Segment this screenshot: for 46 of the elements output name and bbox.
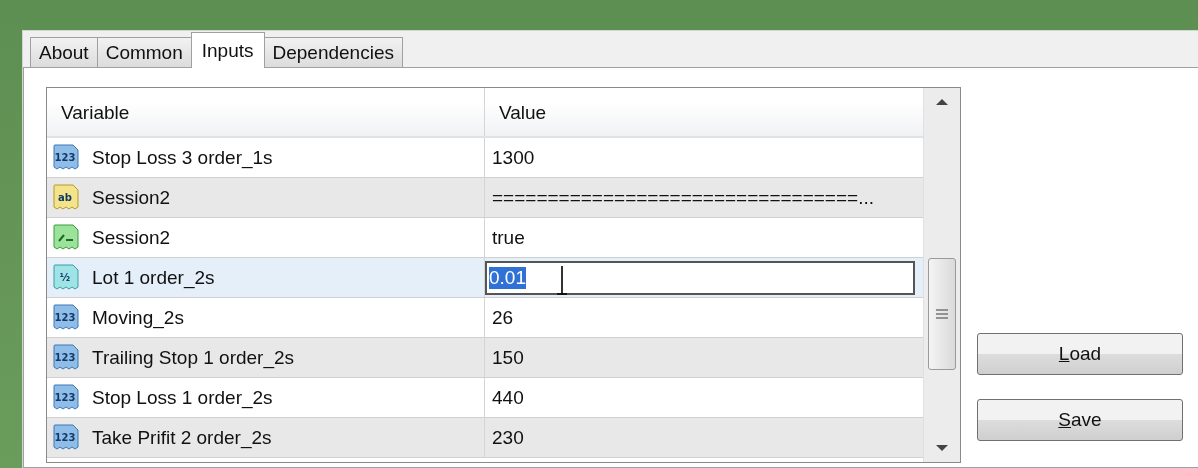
scroll-thumb[interactable]: [928, 258, 956, 370]
type-icon: 123: [53, 384, 79, 411]
tab[interactable]: Common: [96, 37, 192, 67]
value-text: =================================...: [492, 186, 874, 209]
type-icon: [53, 224, 79, 251]
scrollbar[interactable]: [923, 88, 960, 462]
variable-name: Lot 1 order_2s: [92, 266, 215, 289]
scroll-up-icon[interactable]: [935, 98, 949, 106]
dialog-button[interactable]: Load: [977, 333, 1183, 375]
type-icon: 123: [53, 344, 79, 371]
value-text: true: [492, 226, 525, 249]
type-icon: 123: [53, 424, 79, 451]
value-text: 440: [492, 386, 524, 409]
type-icon: ab: [53, 184, 79, 211]
variable-name: Session2: [92, 186, 171, 209]
table-row[interactable]: ab Session2 =================================...: [47, 178, 923, 218]
type-icon: ½: [53, 264, 79, 291]
value-text: 26: [492, 306, 514, 329]
tab[interactable]: Inputs: [190, 32, 265, 68]
text-cursor-icon: [556, 264, 568, 295]
variable-name: Take Prifit 2 order_2s: [92, 426, 272, 449]
table-row[interactable]: 123 Take Prifit 2 order_2s 230: [47, 418, 923, 458]
value-input[interactable]: 0.01: [485, 260, 915, 295]
tab[interactable]: About: [30, 37, 98, 67]
tab[interactable]: Dependencies: [263, 37, 403, 67]
table-row[interactable]: ½ Lot 1 order_2s 0.01: [47, 258, 923, 298]
column-header[interactable]: Variable: [47, 88, 485, 136]
value-text: 150: [492, 346, 524, 369]
dialog-button[interactable]: Save: [977, 399, 1183, 441]
variable-name: Stop Loss 1 order_2s: [92, 386, 273, 409]
type-icon: 123: [53, 144, 79, 171]
variable-name: Trailing Stop 1 order_2s: [92, 346, 295, 369]
table-row[interactable]: 123 Stop Loss 1 order_2s 440: [47, 378, 923, 418]
table-row[interactable]: 123 Moving_2s 26: [47, 298, 923, 338]
type-icon: 123: [53, 304, 79, 331]
grip-icon: [936, 309, 948, 319]
value-text: 1300: [492, 146, 535, 169]
column-header[interactable]: Value: [485, 88, 923, 136]
table-row[interactable]: 123 Trailing Stop 1 order_2s 150: [47, 338, 923, 378]
variable-name: Session2: [92, 226, 171, 249]
table-row[interactable]: 123 Stop Loss 3 order_1s 1300: [47, 138, 923, 178]
value-text: 230: [492, 426, 524, 449]
variable-name: Stop Loss 3 order_1s: [92, 146, 273, 169]
variable-name: Moving_2s: [92, 306, 184, 329]
scroll-down-icon[interactable]: [935, 444, 949, 452]
table-row[interactable]: Session2 true: [47, 218, 923, 258]
